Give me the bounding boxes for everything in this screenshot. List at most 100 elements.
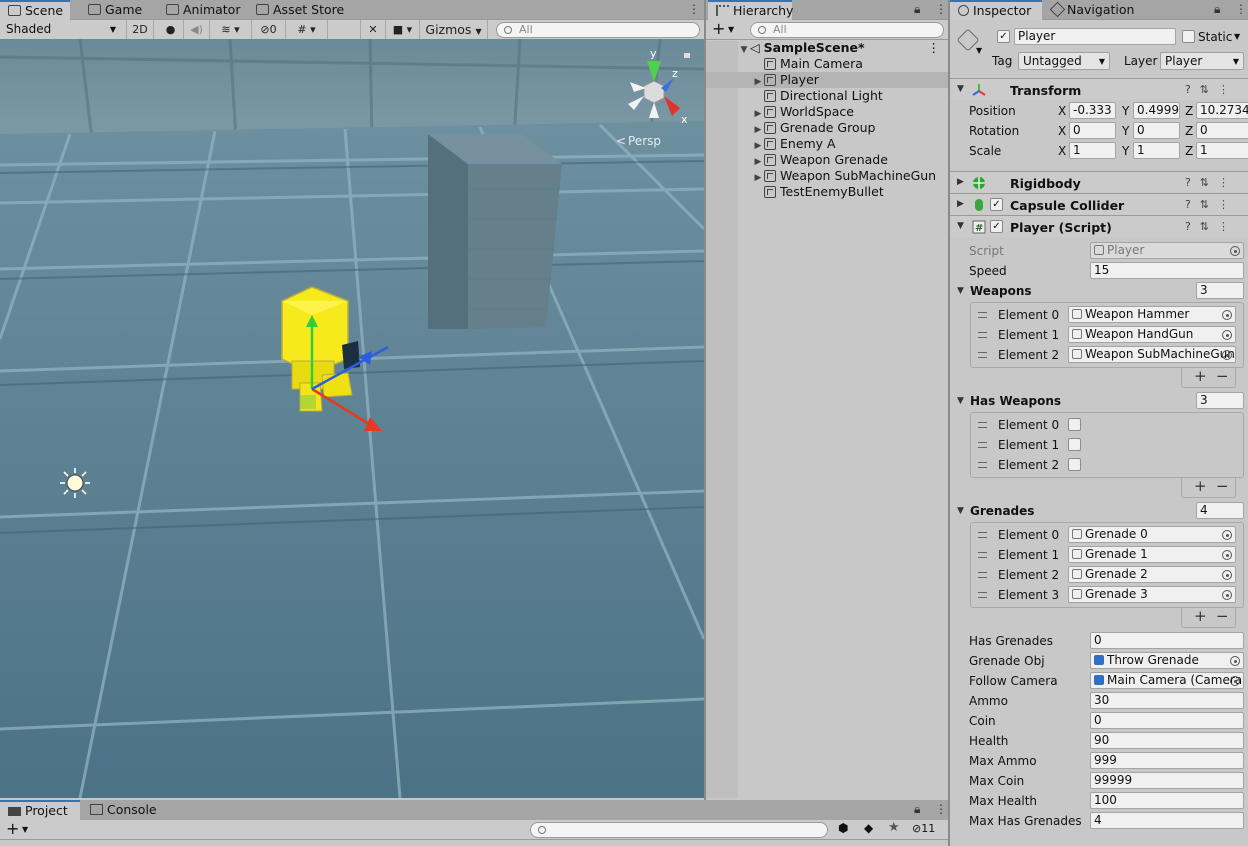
create-button[interactable]: + ▼ [712,20,734,39]
project-search-input[interactable] [530,822,828,838]
hierarchy-item[interactable]: ▶ Weapon Grenade [706,152,948,168]
presets-icon[interactable]: ⇅ [1200,220,1218,233]
component-menu-icon[interactable]: ⋮ [1218,220,1238,233]
capsule-collider-enabled[interactable]: ✓ [990,198,1003,211]
scene-panel-menu[interactable]: ⋮ [688,2,700,16]
create-button[interactable]: + ▼ [6,820,28,839]
ammo-input[interactable]: 30 [1090,692,1244,709]
speed-input[interactable]: 15 [1090,262,1244,279]
scene-search-input[interactable]: All [496,22,700,38]
object-picker-icon[interactable] [1222,550,1232,560]
drag-handle-icon[interactable] [978,352,987,358]
object-picker-icon[interactable] [1222,310,1232,320]
has-weapons-element-checkbox[interactable] [1068,418,1081,431]
help-icon[interactable]: ? [1185,83,1200,96]
hierarchy-item[interactable]: ▶ Weapon SubMachineGun [706,168,948,184]
effects-dropdown[interactable]: ≋ ▾ [210,20,252,40]
component-menu-icon[interactable]: ⋮ [1218,83,1238,96]
hierarchy-item[interactable]: TestEnemyBullet [706,184,948,200]
player-script-header[interactable]: ▼ # ✓ Player (Script) ?⇅⋮ [950,215,1248,237]
tab-navigation[interactable]: Navigation [1044,0,1134,20]
grenades-label[interactable]: Grenades [970,504,1034,518]
transform-rotation-z-input[interactable]: 0 [1196,122,1248,139]
has-weapons-foldout-arrow[interactable]: ▼ [957,396,964,406]
object-picker-icon[interactable] [1222,570,1232,580]
grid-dropdown[interactable]: # ▾ [286,20,328,40]
drag-handle-icon[interactable] [978,332,987,338]
tab-console[interactable]: Console [82,800,157,820]
add-element-button[interactable]: + [1194,368,1207,384]
static-checkbox[interactable] [1182,30,1195,43]
lock-icon[interactable]: 🔒︎ [1214,2,1220,17]
remove-element-button[interactable]: − [1216,478,1229,494]
help-icon[interactable]: ? [1185,220,1200,233]
weapons-foldout-arrow[interactable]: ▼ [957,286,964,296]
grenades-element-field[interactable]: Grenade 3 [1068,586,1236,603]
presets-icon[interactable]: ⇅ [1200,198,1218,211]
remove-element-button[interactable]: − [1216,368,1229,384]
lock-icon[interactable]: 🔒︎ [914,802,920,817]
drag-handle-icon[interactable] [978,312,987,318]
drag-handle-icon[interactable] [978,592,987,598]
hierarchy-item[interactable]: Directional Light [706,88,948,104]
icon-dropdown[interactable]: ▼ [976,46,982,55]
drag-handle-icon[interactable] [978,572,987,578]
help-icon[interactable]: ? [1185,176,1200,189]
transform-rotation-x-input[interactable]: 0 [1069,122,1116,139]
remove-element-button[interactable]: − [1216,608,1229,624]
drag-handle-icon[interactable] [978,462,987,468]
tab-inspector[interactable]: Inspector [950,0,1042,20]
transform-header[interactable]: ▼ Transform ?⇅⋮ [950,78,1248,100]
scene-menu-icon[interactable]: ⋮ [928,40,941,56]
object-picker-icon[interactable] [1230,246,1240,256]
max-ammo-input[interactable]: 999 [1090,752,1244,769]
transform-position-z-input[interactable]: 10.2734 [1196,102,1248,119]
hidden-packages-toggle[interactable]: ⊘11 [912,822,935,835]
shading-dropdown[interactable]: Shaded ▼ [2,21,120,39]
hierarchy-item[interactable]: ▶ WorldSpace [706,104,948,120]
tab-project[interactable]: Project [0,800,80,820]
scene-root[interactable]: ▼ ◁ SampleScene* ⋮ [706,40,948,56]
object-picker-icon[interactable] [1222,530,1232,540]
has-weapons-element-checkbox[interactable] [1068,458,1081,471]
filter-label-icon[interactable]: ◆ [864,821,873,835]
component-menu-icon[interactable]: ⋮ [1218,176,1238,189]
hierarchy-panel-menu[interactable]: ⋮ [935,2,947,16]
gizmos-dropdown[interactable]: Gizmos ▼ [420,20,488,40]
rigidbody-header[interactable]: ▶ Rigidbody ?⇅⋮ [950,171,1248,193]
add-element-button[interactable]: + [1194,608,1207,624]
has-weapons-element-checkbox[interactable] [1068,438,1081,451]
coin-input[interactable]: 0 [1090,712,1244,729]
follow-camera-field[interactable]: Main Camera (Camera) [1090,672,1244,689]
hierarchy-item[interactable]: ▶ Player [706,72,948,88]
tag-dropdown[interactable]: Untagged ▼ [1018,52,1110,70]
has-grenades-input[interactable]: 0 [1090,632,1244,649]
max-has-grenades-input[interactable]: 4 [1090,812,1244,829]
tools-button[interactable]: ✕ [360,20,386,40]
object-picker-icon[interactable] [1230,676,1240,686]
static-dropdown[interactable]: ▼ [1234,32,1240,41]
inspector-panel-menu[interactable]: ⋮ [1235,2,1247,16]
grenades-element-field[interactable]: Grenade 2 [1068,566,1236,583]
grenade-obj-field[interactable]: Throw Grenade [1090,652,1244,669]
audio-toggle[interactable]: ◀) [184,20,210,40]
presets-icon[interactable]: ⇅ [1200,176,1218,189]
grenades-foldout-arrow[interactable]: ▼ [957,506,964,516]
object-picker-icon[interactable] [1222,350,1232,360]
hierarchy-item[interactable]: ▶ Enemy A [706,136,948,152]
hierarchy-search-input[interactable]: All [750,22,944,38]
weapons-element-field[interactable]: Weapon Hammer [1068,306,1236,323]
tab-animator[interactable]: Animator [158,0,240,20]
weapons-element-field[interactable]: Weapon HandGun [1068,326,1236,343]
script-field[interactable]: Player [1090,242,1244,259]
transform-scale-z-input[interactable]: 1 [1196,142,1248,159]
drag-handle-icon[interactable] [978,422,987,428]
hidden-objects-toggle[interactable]: ⊘0 [252,20,286,40]
capsule-collider-header[interactable]: ▶ ✓ Capsule Collider ?⇅⋮ [950,193,1248,215]
hierarchy-item[interactable]: ▶ Grenade Group [706,120,948,136]
object-name-input[interactable]: Player [1014,28,1176,45]
active-checkbox[interactable]: ✓ [997,30,1010,43]
lock-icon[interactable]: 🔒︎ [914,2,920,17]
transform-rotation-y-input[interactable]: 0 [1133,122,1180,139]
drag-handle-icon[interactable] [978,532,987,538]
